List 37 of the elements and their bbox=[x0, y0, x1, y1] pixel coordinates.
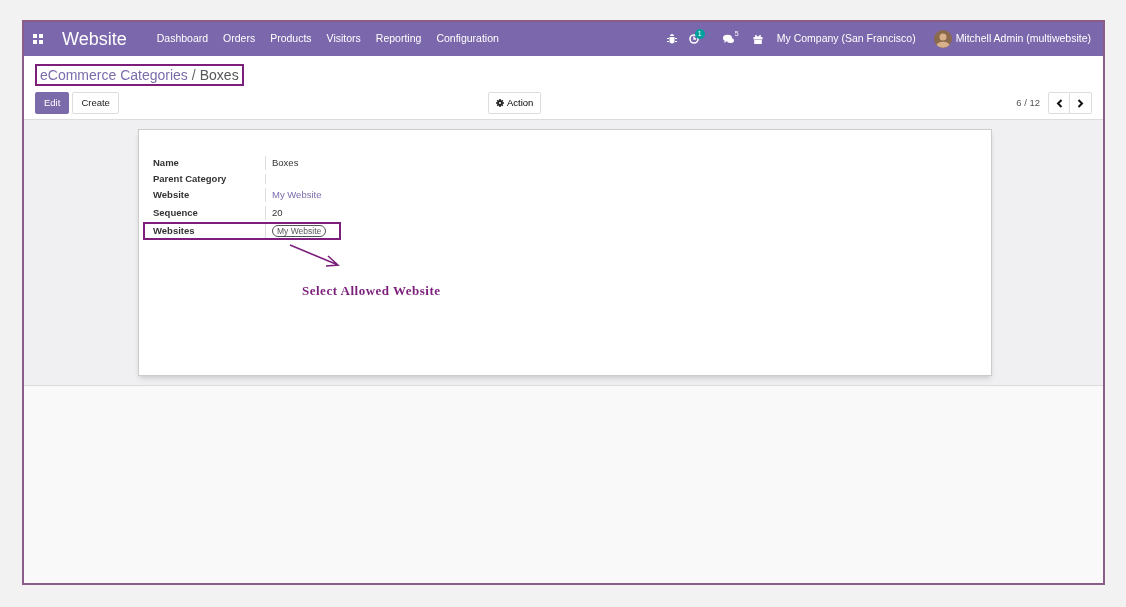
avatar-icon[interactable] bbox=[933, 30, 952, 48]
menu-item[interactable]: Orders bbox=[223, 31, 256, 47]
breadcrumb-separator: / bbox=[191, 65, 196, 85]
next-button[interactable] bbox=[1070, 92, 1092, 114]
apps-menu-icon[interactable] bbox=[33, 34, 43, 44]
breadcrumb-current: Boxes bbox=[199, 65, 239, 85]
edit-button[interactable]: Edit bbox=[35, 92, 70, 114]
gear-icon bbox=[496, 99, 504, 107]
breadcrumb-link[interactable]: eCommerce Categories bbox=[40, 64, 188, 86]
menu-item[interactable]: Products bbox=[270, 31, 312, 47]
field-value: Boxes bbox=[272, 155, 299, 170]
menu-item[interactable]: Dashboard bbox=[156, 31, 209, 47]
field-label: Sequence bbox=[153, 205, 198, 220]
field-value: 20 bbox=[272, 205, 283, 220]
clock-icon[interactable] bbox=[688, 34, 699, 44]
app-name[interactable]: Website bbox=[62, 25, 127, 53]
company-switcher[interactable]: My Company (San Francisco) bbox=[776, 31, 916, 47]
pager-counter: 6 / 12 bbox=[1016, 95, 1040, 110]
menu-item[interactable]: Configuration bbox=[436, 31, 499, 47]
field-label: Name bbox=[153, 155, 179, 170]
arrow bbox=[289, 244, 341, 268]
chat-icon[interactable] bbox=[722, 34, 734, 44]
field-label: Parent Category bbox=[153, 171, 227, 186]
action-button[interactable]: Action bbox=[488, 92, 542, 114]
create-button[interactable]: Create bbox=[72, 92, 119, 114]
annotation-caption: Select Allowed Website bbox=[302, 282, 441, 300]
field-label: Websites bbox=[153, 223, 195, 238]
field-label: Website bbox=[153, 187, 190, 202]
field-link[interactable]: My Website bbox=[272, 187, 322, 203]
bug-icon[interactable] bbox=[666, 34, 677, 44]
previous-button[interactable] bbox=[1048, 92, 1070, 114]
user-menu[interactable]: Mitchell Admin (multiwebsite) bbox=[955, 31, 1091, 47]
menu-item[interactable]: Reporting bbox=[375, 31, 422, 47]
menu-item[interactable]: Visitors bbox=[326, 31, 361, 47]
chevron-right-icon bbox=[1077, 98, 1084, 108]
gift-icon[interactable] bbox=[752, 34, 763, 44]
chevron-left-icon bbox=[1055, 98, 1063, 108]
